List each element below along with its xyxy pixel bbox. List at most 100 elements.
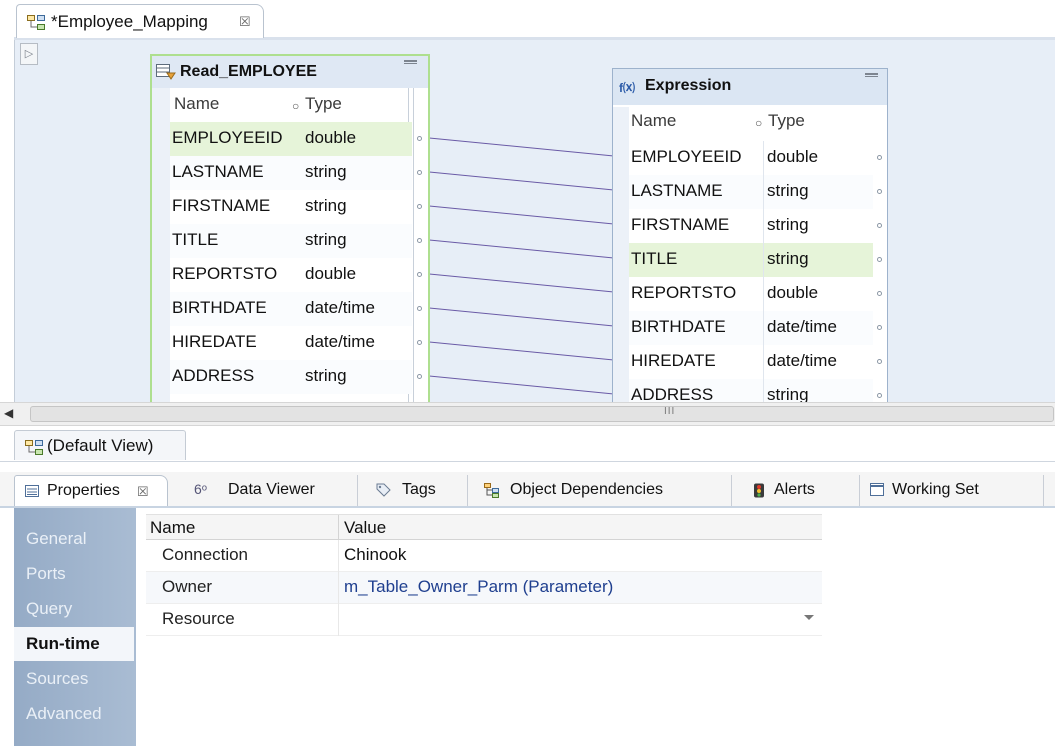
side-nav-label: Run-time — [26, 634, 100, 653]
transformation-header[interactable]: f⒳ Expression — [613, 69, 887, 105]
read-employee-transformation[interactable]: Read_EMPLOYEE Name ○ Type EMPLOYEEID doub… — [150, 54, 430, 402]
tab-object-dependencies[interactable]: Object Dependencies — [472, 475, 732, 506]
column-header: Name ○ Type — [152, 88, 428, 122]
alert-icon — [752, 483, 766, 503]
output-port-icon[interactable] — [417, 204, 422, 209]
output-port-icon[interactable] — [877, 291, 882, 296]
side-nav-label: Ports — [26, 564, 66, 583]
dependencies-icon — [484, 483, 500, 503]
window-icon — [870, 483, 884, 501]
side-nav-label: Advanced — [26, 704, 102, 723]
table-row[interactable]: BIRTHDATE date/time — [170, 292, 412, 326]
side-nav-label: General — [26, 529, 87, 548]
property-row[interactable]: Connection Chinook — [146, 540, 822, 572]
tab-properties[interactable]: Properties ☒ — [14, 475, 168, 506]
output-port-icon[interactable] — [417, 374, 422, 379]
output-port-icon[interactable] — [417, 136, 422, 141]
mapping-canvas[interactable]: ▷ Read_EMPLOYEE Name ○ Type EMPLOYEEID do… — [14, 40, 1055, 402]
output-port-icon[interactable] — [877, 223, 882, 228]
chevron-down-icon[interactable] — [804, 615, 814, 620]
editor-tab-bar: *Employee_Mapping ☒ — [0, 0, 1055, 40]
scroll-left-icon[interactable]: ◀ — [4, 406, 13, 420]
port-name: TITLE — [172, 230, 219, 249]
minimize-icon[interactable] — [865, 73, 878, 77]
table-row[interactable]: ADDRESS string — [170, 360, 412, 394]
side-nav-item[interactable]: General — [14, 522, 136, 556]
output-port-icon[interactable] — [417, 170, 422, 175]
port-link[interactable] — [417, 135, 626, 161]
table-row[interactable]: EMPLOYEEID double — [170, 122, 412, 156]
property-row[interactable]: Resource — [146, 604, 822, 636]
port-link[interactable] — [417, 237, 626, 263]
table-row[interactable]: LASTNAME string — [629, 175, 873, 209]
default-view-tab[interactable]: (Default View) — [14, 430, 186, 460]
tab-label: Data Viewer — [228, 481, 315, 498]
editor-tab-employee-mapping[interactable]: *Employee_Mapping ☒ — [16, 4, 264, 38]
port-type: string — [305, 196, 347, 215]
table-row[interactable]: BIRTHDATE date/time — [629, 311, 873, 345]
table-row[interactable]: REPORTSTO double — [629, 277, 873, 311]
minimize-icon[interactable] — [404, 60, 417, 64]
port-link[interactable] — [417, 271, 626, 297]
column-divider — [338, 540, 339, 572]
output-port-icon[interactable] — [877, 325, 882, 330]
port-link[interactable] — [417, 203, 626, 229]
output-port-icon[interactable] — [877, 393, 882, 398]
table-row[interactable]: EMPLOYEEID double — [629, 141, 873, 175]
table-row[interactable]: TITLE string — [629, 243, 873, 277]
port-name: ADDRESS — [631, 385, 714, 402]
transformation-header[interactable]: Read_EMPLOYEE — [152, 56, 428, 88]
col-name-header: Name — [174, 94, 220, 113]
output-port-icon[interactable] — [417, 272, 422, 277]
tab-working-set[interactable]: Working Set — [864, 475, 1044, 506]
column-divider — [338, 604, 339, 636]
table-row[interactable]: REPORTSTO double — [170, 258, 412, 292]
output-port-icon[interactable] — [417, 238, 422, 243]
table-row[interactable]: FIRSTNAME string — [170, 190, 412, 224]
output-port-icon[interactable] — [877, 257, 882, 262]
expression-transformation[interactable]: f⒳ Expression Name ○ Type EMPLOYEEID doub… — [612, 68, 888, 402]
table-row[interactable]: LASTNAME string — [170, 156, 412, 190]
output-port-icon[interactable] — [877, 155, 882, 160]
port-type: date/time — [767, 351, 837, 370]
port-type: string — [305, 162, 347, 181]
table-row[interactable]: ADDRESS string — [629, 379, 873, 402]
scroll-thumb[interactable] — [30, 406, 1054, 422]
table-row[interactable]: HIREDATE date/time — [629, 345, 873, 379]
mapping-icon — [27, 15, 45, 36]
side-nav-item[interactable]: Advanced — [14, 697, 136, 731]
close-icon[interactable]: ☒ — [137, 484, 149, 500]
tab-label: Tags — [402, 481, 436, 498]
column-divider — [338, 515, 339, 541]
property-name: Connection — [162, 545, 249, 564]
output-port-icon[interactable] — [877, 189, 882, 194]
output-port-icon[interactable] — [417, 306, 422, 311]
property-value[interactable]: m_Table_Owner_Parm (Parameter) — [344, 577, 613, 597]
port-link[interactable] — [417, 305, 626, 331]
tab-data-viewer[interactable]: 6ᵒ Data Viewer — [172, 475, 358, 506]
table-row[interactable]: HIREDATE date/time — [170, 326, 412, 360]
horizontal-scrollbar[interactable]: ◀ III — [0, 402, 1055, 426]
port-link[interactable] — [417, 169, 626, 195]
side-nav-item[interactable]: Sources — [14, 662, 136, 696]
tab-label: Alerts — [774, 481, 815, 498]
tab-tags[interactable]: Tags — [362, 475, 468, 506]
property-row[interactable]: Owner m_Table_Owner_Parm (Parameter) — [146, 572, 822, 604]
output-port-icon[interactable] — [417, 340, 422, 345]
side-nav-label: Sources — [26, 669, 89, 688]
port-type: string — [767, 215, 809, 234]
editor-tab-title: *Employee_Mapping — [51, 12, 208, 31]
close-icon[interactable]: ☒ — [239, 14, 251, 30]
property-value[interactable]: Chinook — [344, 545, 406, 565]
transformation-title: Expression — [645, 77, 732, 94]
table-row[interactable]: TITLE string — [170, 224, 412, 258]
side-nav-item[interactable]: Run-time — [14, 627, 134, 661]
side-nav-item[interactable]: Query — [14, 592, 136, 626]
property-name: Owner — [162, 577, 213, 596]
tab-alerts[interactable]: Alerts — [736, 475, 860, 506]
port-link[interactable] — [417, 339, 626, 365]
port-link[interactable] — [417, 373, 626, 399]
table-row[interactable]: FIRSTNAME string — [629, 209, 873, 243]
output-port-icon[interactable] — [877, 359, 882, 364]
side-nav-item[interactable]: Ports — [14, 557, 136, 591]
